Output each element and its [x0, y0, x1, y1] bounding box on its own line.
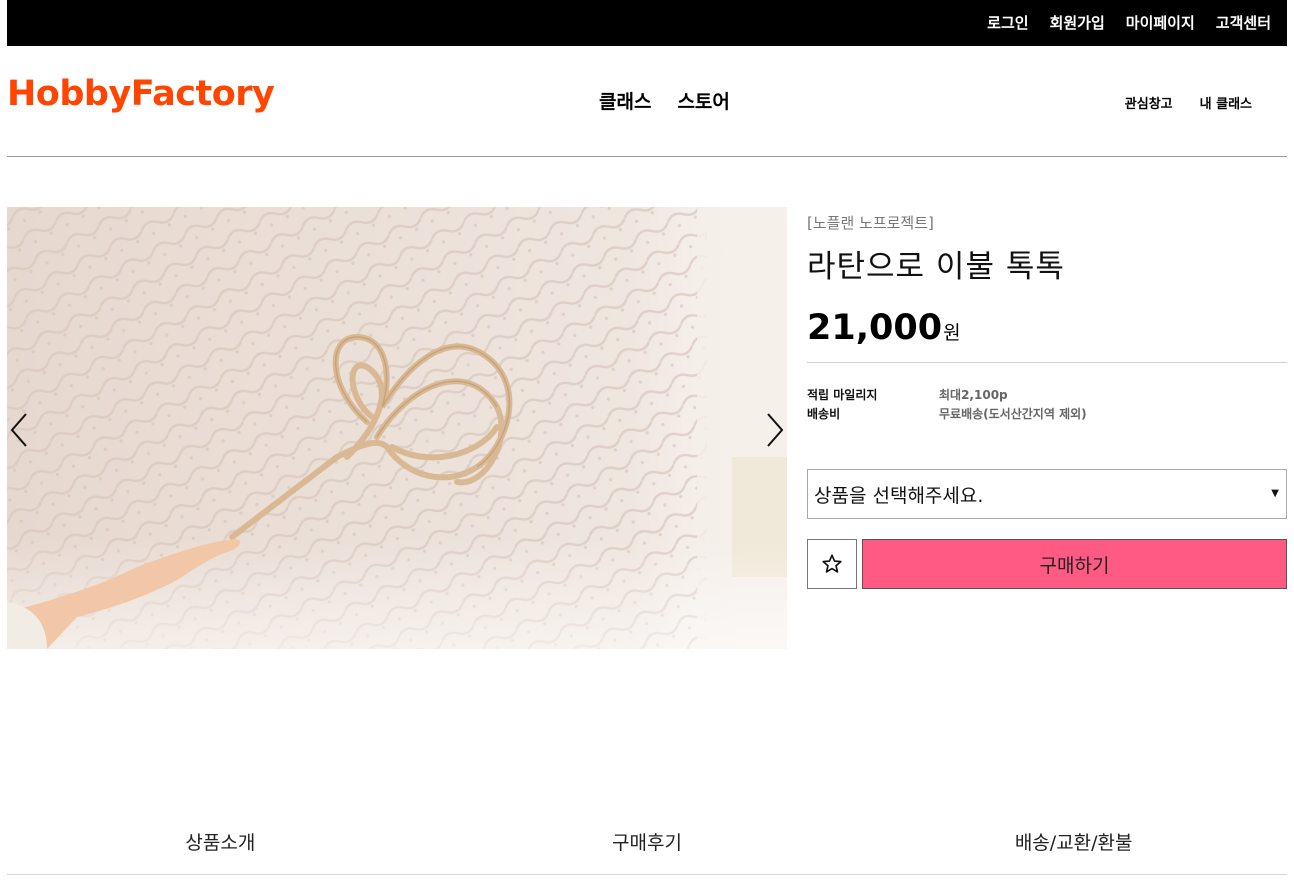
divider: [807, 362, 1287, 363]
product-price: 21,000 원: [807, 308, 1287, 348]
gallery-next-arrow[interactable]: [764, 411, 786, 449]
product-image-gallery: [7, 207, 787, 649]
shipping-value: 무료배송(도서산간지역 제외): [939, 407, 1087, 421]
meta-row-mileage: 적립 마일리지 최대2,100p: [807, 386, 1287, 405]
chevron-left-icon: [10, 413, 27, 447]
user-nav: 관심창고 내 클래스: [1125, 93, 1252, 112]
signup-link[interactable]: 회원가입: [1050, 12, 1105, 33]
site-header: HobbyFactory 클래스 스토어 관심창고 내 클래스: [7, 46, 1287, 157]
product-photo: [7, 207, 787, 649]
mypage-link[interactable]: 마이페이지: [1126, 12, 1195, 33]
nav-store[interactable]: 스토어: [677, 87, 729, 114]
product-meta: 적립 마일리지 최대2,100p 배송비 무료배송(도서산간지역 제외): [807, 386, 1287, 424]
main-nav: 클래스 스토어: [599, 87, 730, 114]
caret-down-icon: ▼: [1271, 488, 1279, 499]
buy-button[interactable]: 구매하기: [862, 539, 1287, 589]
price-value: 21,000: [807, 308, 943, 348]
logo[interactable]: HobbyFactory: [7, 74, 275, 114]
product-info: [노플랜 노프로젝트] 라탄으로 이불 톡톡 21,000 원 적립 마일리지 …: [807, 207, 1287, 589]
product-brand: [노플랜 노프로젝트]: [807, 214, 934, 232]
customer-center-link[interactable]: 고객센터: [1216, 12, 1271, 33]
my-classes-link[interactable]: 내 클래스: [1200, 93, 1252, 112]
gallery-prev-arrow[interactable]: [8, 411, 30, 449]
shipping-label: 배송비: [807, 407, 841, 421]
wishlist-button[interactable]: [807, 539, 857, 589]
top-utility-bar: 로그인 회원가입 마이페이지 고객센터: [7, 0, 1287, 46]
product-title: 라탄으로 이불 톡톡: [807, 249, 1065, 285]
nav-class[interactable]: 클래스: [599, 87, 651, 114]
price-currency: 원: [943, 322, 961, 344]
login-link[interactable]: 로그인: [987, 12, 1028, 33]
utility-links: 로그인 회원가입 마이페이지 고객센터: [987, 12, 1271, 33]
wishlist-link[interactable]: 관심창고: [1125, 93, 1173, 112]
product-tabs: 상품소개 구매후기 배송/교환/환불: [7, 807, 1287, 875]
tab-description[interactable]: 상품소개: [7, 807, 434, 874]
buy-button-label: 구매하기: [1039, 554, 1110, 577]
option-select[interactable]: 상품을 선택해주세요. ▼: [807, 469, 1287, 519]
star-icon: [822, 554, 842, 573]
mileage-label: 적립 마일리지: [807, 388, 878, 402]
mileage-value: 최대2,100p: [939, 388, 1008, 402]
chevron-right-icon: [767, 413, 784, 447]
tab-shipping-returns[interactable]: 배송/교환/환불: [860, 807, 1287, 874]
tab-reviews[interactable]: 구매후기: [434, 807, 861, 874]
meta-row-shipping: 배송비 무료배송(도서산간지역 제외): [807, 405, 1287, 424]
option-select-placeholder: 상품을 선택해주세요.: [814, 484, 984, 507]
